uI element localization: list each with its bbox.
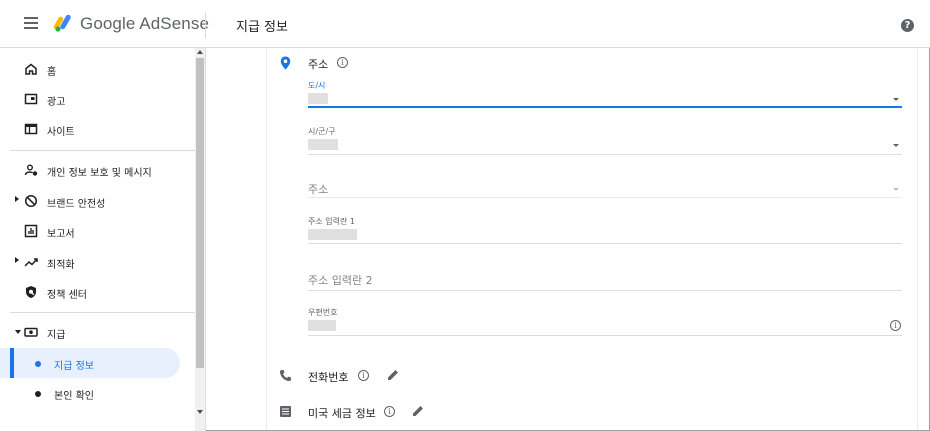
city-label: 시/군/구 bbox=[308, 127, 336, 136]
sidebar-item-label: 개인 정보 보호 및 메시지 bbox=[47, 168, 152, 179]
phone-section-title: 전화번호 bbox=[308, 371, 349, 384]
dropdown-arrow-icon[interactable] bbox=[893, 188, 899, 191]
address-line1-label: 주소 입력란 1 bbox=[308, 217, 355, 226]
address-line1-underline bbox=[308, 243, 902, 244]
postal-code-underline bbox=[308, 335, 902, 336]
address-placeholder: 주소 bbox=[308, 183, 329, 196]
postal-code-label: 우편번호 bbox=[308, 308, 338, 317]
ads-icon bbox=[24, 93, 38, 105]
main-content: 주소 i 도/시 시/군/구 주소 주소 입력란 1 주소 입력란 2 우편번호… bbox=[207, 48, 929, 430]
page-title: 지급 정보 bbox=[236, 20, 288, 35]
scroll-up-arrow-icon[interactable] bbox=[197, 50, 203, 54]
sidebar-item-optimization[interactable]: 최적화 bbox=[0, 248, 195, 276]
sidebar-item-ads[interactable]: 광고 bbox=[0, 85, 195, 113]
sidebar-item-label: 보고서 bbox=[47, 229, 75, 240]
province-label: 도/시 bbox=[308, 81, 326, 90]
adsense-logo bbox=[53, 14, 71, 32]
bullet-icon bbox=[35, 391, 41, 397]
address-underline bbox=[308, 197, 902, 198]
sites-icon bbox=[24, 123, 38, 135]
tax-list-icon bbox=[280, 406, 291, 417]
address-line1-value bbox=[308, 229, 357, 240]
sidebar-scrollbar[interactable] bbox=[195, 48, 205, 431]
sidebar-subitem-label: 지급 정보 bbox=[54, 361, 94, 372]
city-select[interactable]: 시/군/구 bbox=[308, 126, 902, 156]
sidebar-divider bbox=[10, 150, 195, 151]
scroll-thumb[interactable] bbox=[196, 58, 204, 368]
sidebar-item-sites[interactable]: 사이트 bbox=[0, 115, 195, 143]
postal-code-value bbox=[308, 320, 336, 331]
sidebar-item-label: 정책 센터 bbox=[47, 290, 87, 301]
payments-icon bbox=[24, 327, 38, 337]
trending-icon bbox=[24, 258, 38, 267]
postal-code-input[interactable]: 우편번호 i bbox=[308, 307, 902, 337]
address-select[interactable]: 주소 bbox=[308, 181, 902, 199]
home-icon bbox=[25, 63, 37, 75]
address-line1-input[interactable]: 주소 입력란 1 bbox=[308, 216, 902, 246]
sidebar-subitem-label: 본인 확인 bbox=[54, 391, 94, 402]
sidebar-item-privacy[interactable]: 개인 정보 보호 및 메시지 bbox=[0, 156, 195, 184]
city-value bbox=[308, 139, 338, 150]
address-line2-input[interactable]: 주소 입력란 2 bbox=[308, 272, 902, 292]
sidebar-divider bbox=[10, 312, 195, 313]
sidebar-subitem-payment-info[interactable]: 지급 정보 bbox=[0, 348, 180, 378]
sidebar-item-label: 사이트 bbox=[47, 127, 75, 138]
bullet-icon bbox=[35, 361, 41, 367]
info-icon[interactable]: i bbox=[890, 320, 901, 331]
brand-name: Google AdSense bbox=[80, 14, 209, 33]
collapse-caret-icon[interactable] bbox=[15, 330, 21, 334]
sidebar: 홈 광고 사이트 개인 정보 보호 및 메시지 브랜드 안전성 보고서 최적화 … bbox=[0, 48, 206, 431]
province-select[interactable]: 도/시 bbox=[308, 80, 902, 108]
reports-icon bbox=[24, 224, 38, 238]
block-icon bbox=[24, 194, 38, 208]
sidebar-item-label: 홈 bbox=[47, 67, 57, 78]
info-icon[interactable]: i bbox=[384, 406, 395, 417]
menu-icon[interactable] bbox=[24, 17, 38, 29]
header-divider bbox=[205, 12, 206, 38]
help-icon[interactable]: ? bbox=[901, 19, 914, 32]
expand-caret-icon[interactable] bbox=[15, 196, 19, 202]
sidebar-item-reports[interactable]: 보고서 bbox=[0, 217, 195, 245]
sidebar-item-policy-center[interactable]: 정책 센터 bbox=[0, 278, 195, 306]
scroll-down-arrow-icon[interactable] bbox=[197, 410, 203, 414]
privacy-icon bbox=[24, 164, 38, 176]
tax-section-title: 미국 세금 정보 bbox=[308, 407, 376, 420]
sidebar-item-label: 최적화 bbox=[47, 260, 75, 271]
sidebar-item-label: 광고 bbox=[47, 97, 66, 108]
top-app-bar: Google AdSense 지급 정보 ? bbox=[0, 0, 930, 48]
address-line2-underline bbox=[308, 290, 902, 291]
address-line2-placeholder: 주소 입력란 2 bbox=[308, 274, 373, 287]
sidebar-item-brand-safety[interactable]: 브랜드 안전성 bbox=[0, 187, 195, 215]
dropdown-arrow-icon[interactable] bbox=[893, 98, 899, 101]
city-underline bbox=[308, 154, 902, 155]
info-icon[interactable]: i bbox=[358, 370, 369, 381]
expand-caret-icon[interactable] bbox=[15, 257, 19, 263]
province-underline bbox=[308, 106, 902, 108]
location-pin-icon bbox=[280, 56, 291, 70]
edit-pencil-icon[interactable] bbox=[411, 404, 425, 418]
info-icon[interactable]: i bbox=[337, 57, 348, 68]
policy-shield-icon bbox=[26, 286, 36, 298]
sidebar-subitem-identity-verification[interactable]: 본인 확인 bbox=[0, 378, 195, 408]
sidebar-item-label: 브랜드 안전성 bbox=[47, 199, 106, 210]
sidebar-item-home[interactable]: 홈 bbox=[0, 55, 195, 83]
sidebar-item-payments[interactable]: 지급 bbox=[0, 318, 195, 346]
sidebar-item-label: 지급 bbox=[47, 330, 66, 341]
dropdown-arrow-icon[interactable] bbox=[893, 144, 899, 147]
address-section-title: 주소 bbox=[308, 58, 329, 71]
phone-icon bbox=[280, 370, 291, 381]
province-value bbox=[308, 93, 328, 104]
edit-pencil-icon[interactable] bbox=[386, 368, 400, 382]
